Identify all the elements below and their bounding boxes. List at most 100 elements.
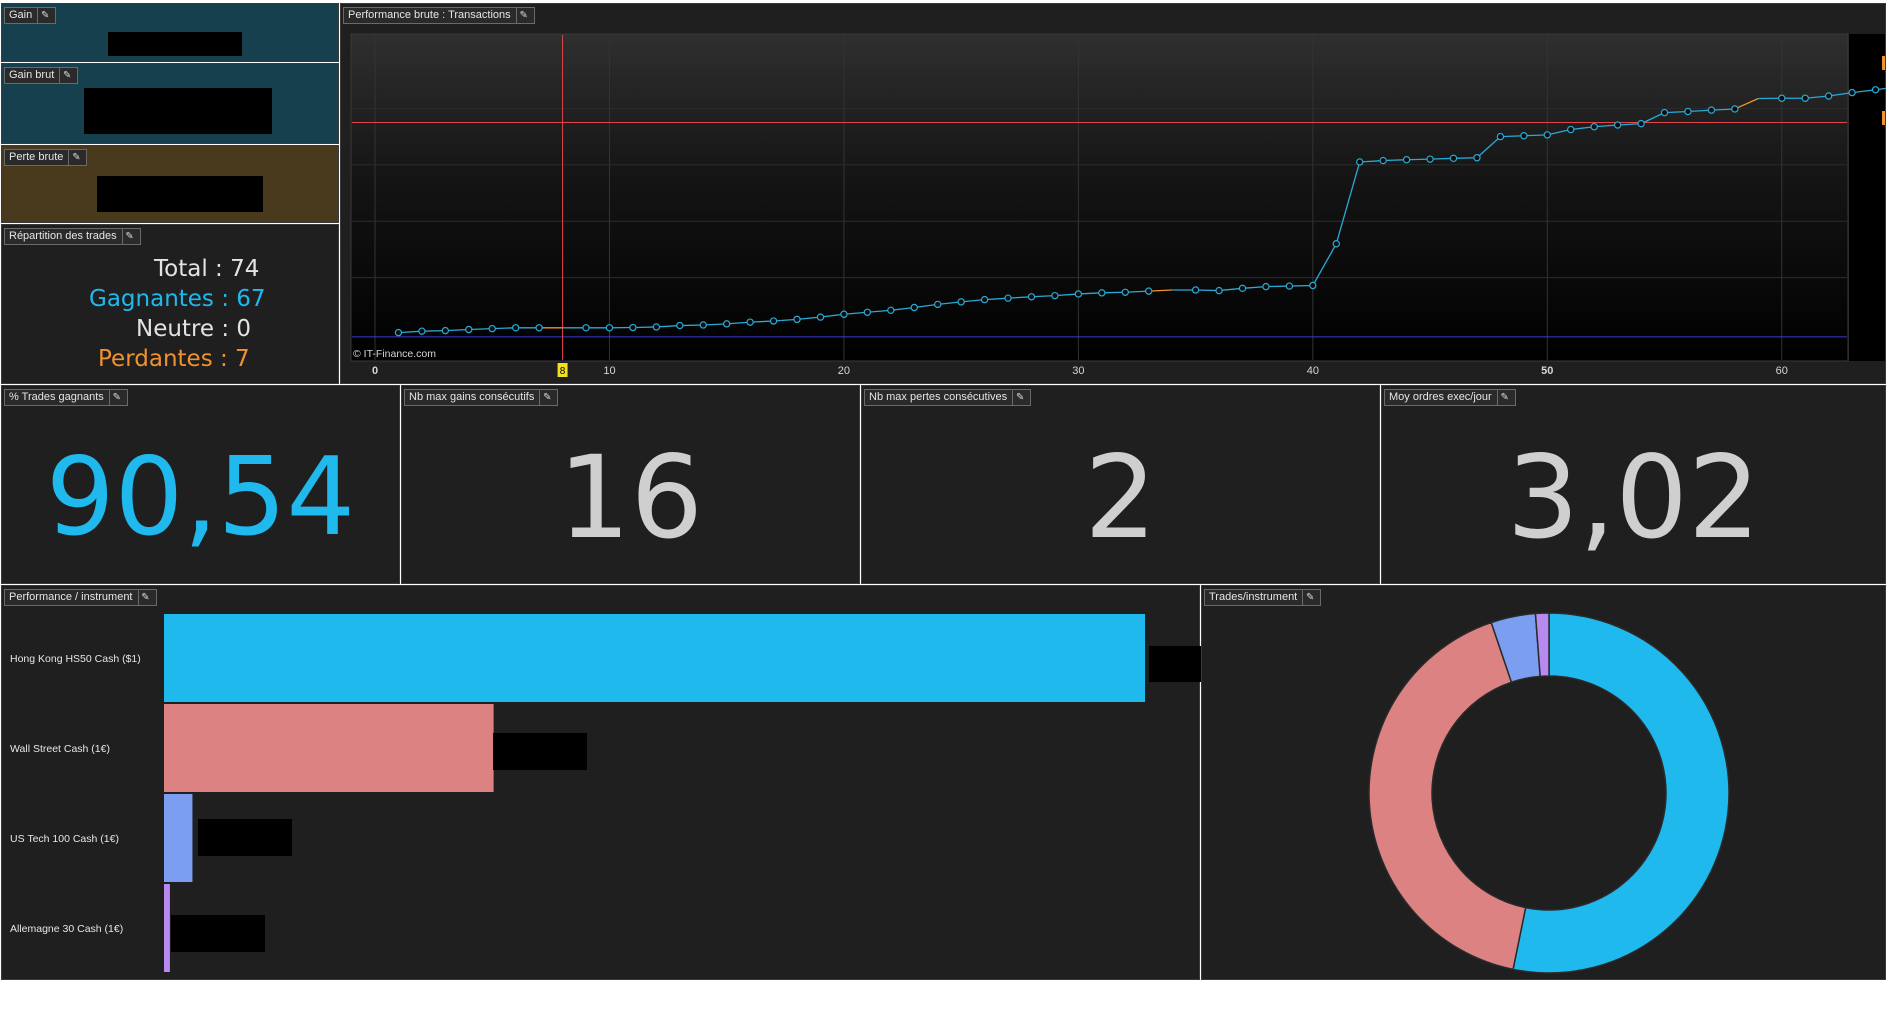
data-point (1356, 158, 1364, 166)
wrench-icon[interactable]: ✎ (59, 68, 74, 83)
data-point (816, 313, 825, 321)
pct-gagnants-panel: % Trades gagnants ✎ 90,54 % (1, 385, 400, 700)
data-point (629, 323, 637, 332)
wrench-icon[interactable]: ✎ (121, 229, 137, 244)
wrench-icon[interactable]: ✎ (108, 390, 124, 405)
max-gains-panel-title: Nb max gains consécutifs ✎ (404, 389, 559, 406)
wrench-icon[interactable]: ✎ (1496, 390, 1512, 405)
data-point (910, 303, 918, 312)
max-gains-panel: Nb max gains consécutifs ✎ 16 (401, 385, 860, 584)
wrench-icon[interactable]: ✎ (539, 390, 554, 405)
data-point (1543, 131, 1551, 139)
data-point (1098, 289, 1106, 297)
data-point (1262, 282, 1270, 291)
max-pertes-value: 2 (1084, 431, 1157, 564)
data-point (1660, 108, 1669, 117)
cursor-x-label: 8 (560, 366, 566, 377)
data-point (957, 298, 965, 306)
performance-brute-panel: Performance brute : Transactions ✎ 8 0 10… (340, 3, 1886, 384)
data-point (1707, 106, 1716, 114)
repartition-panel: Répartition des trades ✎ Total : 74 Gagn… (1, 224, 339, 384)
moy-ordres-title-text: Moy ordres exec/jour (1389, 391, 1492, 403)
data-point (722, 320, 731, 328)
data-point (1027, 293, 1036, 301)
x-tick-label: 40 (1307, 365, 1319, 377)
data-point (652, 323, 661, 331)
pct-gagnants-panel-title: % Trades gagnants ✎ (4, 389, 128, 406)
wrench-icon[interactable]: ✎ (37, 8, 52, 23)
x-tick-label: 30 (1072, 365, 1084, 377)
x-tick-label: 20 (838, 365, 850, 377)
data-point (676, 321, 684, 330)
data-point (1801, 94, 1809, 102)
data-point (1824, 92, 1833, 100)
data-point (582, 324, 590, 332)
data-point (441, 326, 450, 335)
donut-slice (1368, 621, 1527, 971)
wrench-icon[interactable]: ✎ (1012, 390, 1027, 405)
perf-instrument-panel: Performance / instrument ✎ Hong Kong HS5… (1, 585, 1201, 980)
wrench-icon[interactable]: ✎ (68, 150, 83, 165)
repartition-neutre: Neutre : 0 (136, 316, 252, 342)
data-point (1051, 291, 1059, 300)
data-point (1684, 107, 1692, 116)
bar (164, 884, 170, 972)
performance-line-chart[interactable]: 8 010203040506070 © IT-Finance.com (341, 4, 1886, 385)
chart-copyright: © IT-Finance.com (353, 348, 436, 360)
max-pertes-panel: Nb max pertes consécutives ✎ 2 (861, 385, 1380, 584)
data-point (1473, 154, 1481, 162)
gain-title-text: Gain (9, 9, 33, 21)
data-point (1637, 119, 1645, 128)
data-point (1238, 284, 1247, 293)
repartition-panel-title: Répartition des trades ✎ (4, 228, 141, 245)
data-point (1449, 154, 1458, 163)
bar (164, 704, 494, 792)
data-point (535, 324, 543, 332)
data-point (1145, 287, 1153, 295)
data-point (699, 321, 707, 329)
data-point (1567, 125, 1575, 134)
bar-value-redacted (171, 915, 265, 952)
gain-panel: Gain ✎ (1, 3, 339, 62)
max-pertes-panel-title: Nb max pertes consécutives ✎ (864, 389, 1032, 406)
data-point (511, 324, 520, 332)
data-point (465, 325, 473, 334)
data-point (1778, 94, 1786, 102)
trades-instrument-donut-chart (1368, 612, 1730, 974)
data-point (394, 328, 403, 337)
data-point (1848, 88, 1856, 97)
data-point (746, 318, 754, 326)
max-gains-title-text: Nb max gains consécutifs (409, 391, 535, 403)
data-point (1871, 86, 1880, 94)
gain-brut-panel: Gain brut ✎ (1, 63, 339, 144)
gain-value-redacted (108, 32, 242, 56)
data-point (934, 300, 942, 309)
data-point (863, 308, 872, 316)
data-point (1332, 240, 1340, 248)
gain-brut-panel-title: Gain brut ✎ (4, 67, 79, 84)
perte-brute-panel: Perte brute ✎ (1, 145, 339, 223)
gain-brut-value-redacted (84, 88, 272, 134)
right-scale-marker (1882, 111, 1885, 125)
data-point (1004, 294, 1012, 302)
x-tick-label: 50 (1541, 365, 1553, 377)
data-point (605, 324, 614, 332)
bar-value-redacted (198, 819, 292, 856)
x-tick-label: 60 (1776, 365, 1788, 377)
data-point (1215, 286, 1223, 295)
data-point (1520, 132, 1528, 140)
bar-value-redacted (1149, 646, 1201, 682)
max-gains-value: 16 (557, 431, 704, 564)
data-point (980, 295, 989, 304)
repartition-total: Total : 74 (154, 256, 260, 282)
performance-instrument-bar-chart (164, 614, 1201, 972)
perte-brute-value-redacted (97, 176, 263, 212)
data-point (1309, 281, 1317, 290)
moy-ordres-panel-title: Moy ordres exec/jour ✎ (1384, 389, 1516, 406)
trades-instrument-panel: Trades/instrument ✎ (1201, 585, 1886, 980)
data-point (1496, 132, 1505, 141)
moy-ordres-value: 3,02 (1506, 431, 1761, 564)
x-tick-label: 10 (603, 365, 615, 377)
repartition-gagnantes: Gagnantes : 67 (89, 286, 266, 312)
right-scale-strip (1849, 34, 1885, 361)
